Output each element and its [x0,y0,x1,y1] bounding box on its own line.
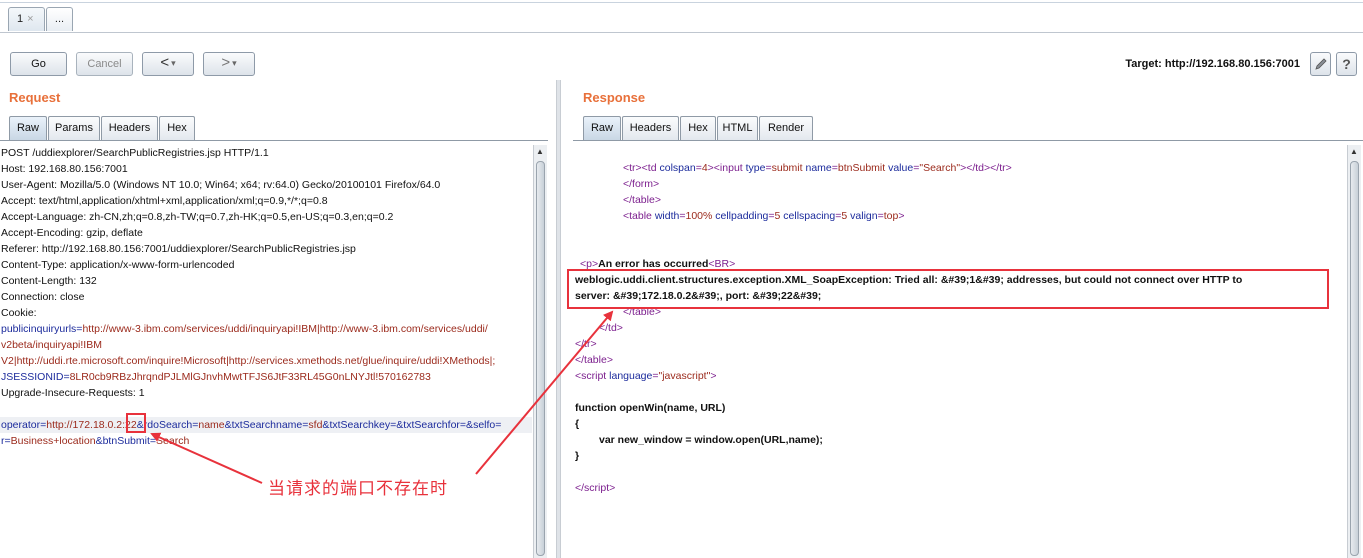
arrow-to-port [150,432,263,484]
arrow-to-error [475,310,614,475]
annotation-arrows [150,310,614,484]
